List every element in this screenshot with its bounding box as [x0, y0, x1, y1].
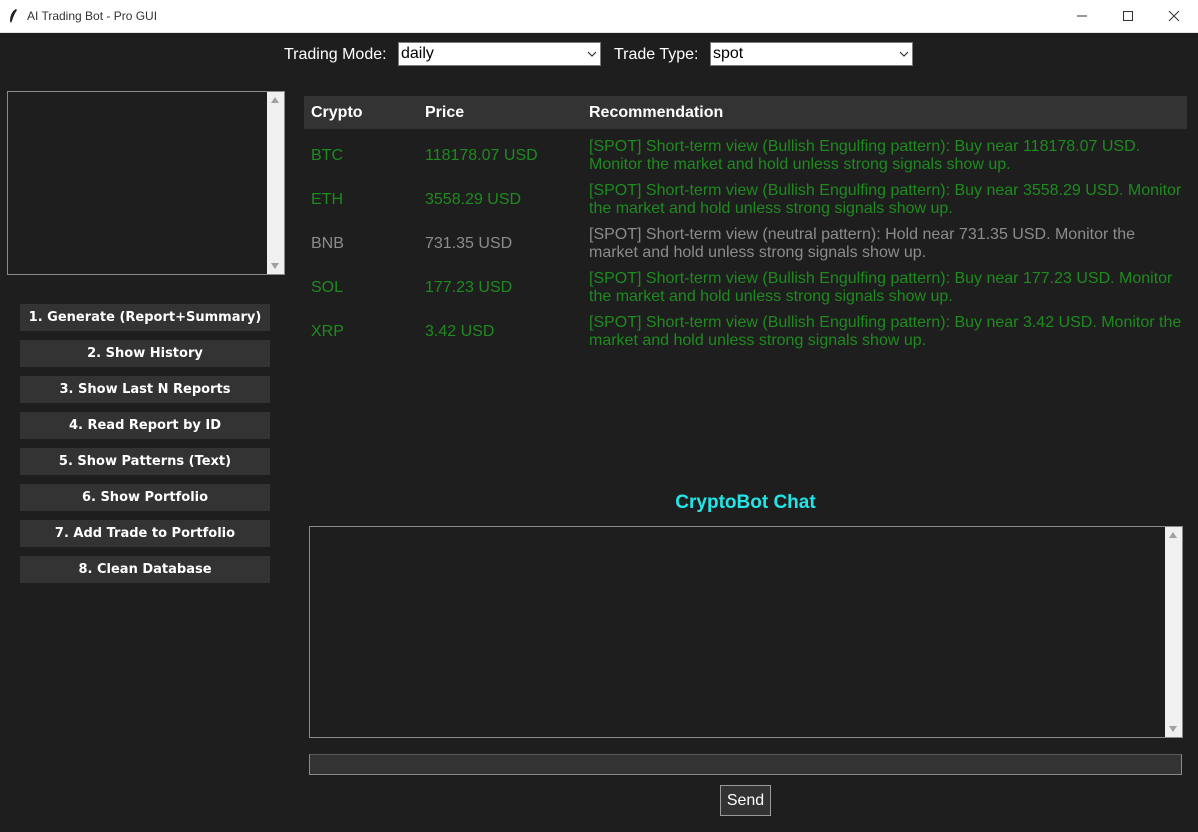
trade-type-value: spot [713, 45, 744, 62]
price-cell: 177.23 USD [425, 279, 513, 296]
chat-title: CryptoBot Chat [675, 492, 816, 513]
generate-report-button[interactable]: 1. Generate (Report+Summary) [20, 304, 270, 331]
column-header-price[interactable]: Price [425, 104, 464, 122]
chevron-down-icon [587, 51, 597, 57]
column-header-recommendation[interactable]: Recommendation [589, 104, 723, 122]
chat-scrollbar[interactable] [1165, 527, 1182, 737]
close-button[interactable] [1151, 0, 1197, 32]
recommendation-cell: [SPOT] Short-term view (Bullish Engulfin… [589, 314, 1182, 349]
show-last-n-reports-button[interactable]: 3. Show Last N Reports [20, 376, 270, 403]
add-trade-button[interactable]: 7. Add Trade to Portfolio [20, 520, 270, 547]
crypto-cell: BNB [311, 235, 344, 252]
crypto-cell: BTC [311, 147, 343, 164]
scroll-down-icon[interactable] [1169, 726, 1177, 732]
window-title: AI Trading Bot - Pro GUI [27, 9, 158, 23]
trading-mode-label: Trading Mode: [284, 46, 387, 63]
crypto-cell: ETH [311, 191, 343, 208]
scroll-up-icon[interactable] [271, 97, 279, 103]
chat-input[interactable] [309, 754, 1182, 775]
recommendation-cell: [SPOT] Short-term view (Bullish Engulfin… [589, 138, 1141, 173]
recommendation-cell: [SPOT] Short-term view (neutral pattern)… [589, 226, 1136, 261]
chat-log[interactable] [309, 526, 1183, 738]
recommendation-cell: [SPOT] Short-term view (Bullish Engulfin… [589, 270, 1173, 305]
maximize-icon [1123, 11, 1133, 21]
show-patterns-button[interactable]: 5. Show Patterns (Text) [20, 448, 270, 475]
column-header-crypto[interactable]: Crypto [311, 104, 363, 122]
clean-database-button[interactable]: 8. Clean Database [20, 556, 270, 583]
listbox-scrollbar[interactable] [267, 92, 284, 274]
table-header: Crypto Price Recommendation [304, 96, 1187, 129]
feather-icon [10, 9, 17, 23]
price-cell: 731.35 USD [425, 235, 513, 252]
table-row[interactable]: BTC 118178.07 USD [SPOT] Short-term view… [304, 133, 1187, 177]
price-cell: 3.42 USD [425, 323, 495, 340]
minimize-icon [1077, 15, 1087, 17]
read-report-by-id-button[interactable]: 4. Read Report by ID [20, 412, 270, 439]
crypto-cell: XRP [311, 323, 344, 340]
trading-mode-value: daily [401, 45, 434, 62]
close-icon [1168, 10, 1180, 22]
show-portfolio-button[interactable]: 6. Show Portfolio [20, 484, 270, 511]
price-cell: 118178.07 USD [425, 147, 538, 164]
scroll-down-icon[interactable] [271, 263, 279, 269]
send-button[interactable]: Send [720, 785, 771, 816]
table-row[interactable]: BNB 731.35 USD [SPOT] Short-term view (n… [304, 221, 1187, 265]
show-history-button[interactable]: 2. Show History [20, 340, 270, 367]
report-listbox[interactable] [7, 91, 285, 275]
trading-mode-select[interactable]: daily [398, 42, 601, 66]
trade-type-select[interactable]: spot [710, 42, 913, 66]
minimize-button[interactable] [1059, 0, 1105, 32]
recommendation-cell: [SPOT] Short-term view (Bullish Engulfin… [589, 182, 1182, 217]
maximize-button[interactable] [1105, 0, 1151, 32]
chevron-down-icon [899, 51, 909, 57]
crypto-cell: SOL [311, 279, 344, 296]
table-row[interactable]: SOL 177.23 USD [SPOT] Short-term view (B… [304, 265, 1187, 309]
table-row[interactable]: ETH 3558.29 USD [SPOT] Short-term view (… [304, 177, 1187, 221]
price-cell: 3558.29 USD [425, 191, 522, 208]
title-bar: AI Trading Bot - Pro GUI [0, 0, 1198, 33]
scroll-up-icon[interactable] [1169, 532, 1177, 538]
table-row[interactable]: XRP 3.42 USD [SPOT] Short-term view (Bul… [304, 309, 1187, 353]
trade-type-label: Trade Type: [614, 46, 699, 63]
